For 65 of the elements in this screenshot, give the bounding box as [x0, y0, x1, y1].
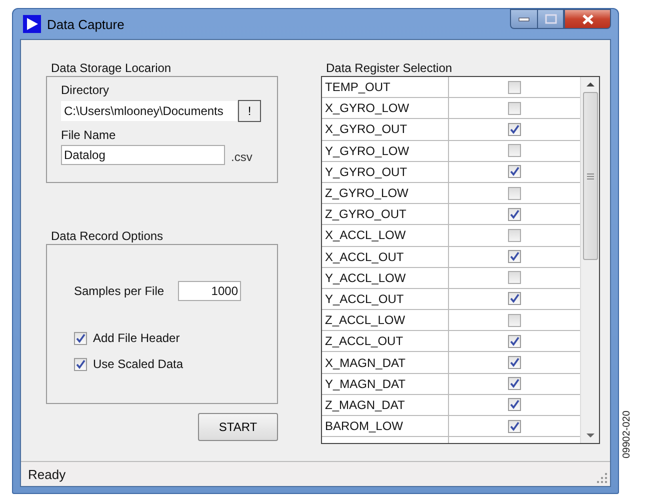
- figure-id: 09902-020: [620, 410, 633, 458]
- checkbox[interactable]: [74, 332, 87, 344]
- register-name: TEMP_OUT: [322, 77, 449, 98]
- checkbox[interactable]: [508, 102, 522, 115]
- checkbox[interactable]: [508, 398, 522, 412]
- register-name: Y_GYRO_OUT: [322, 162, 449, 182]
- register-name: BAROM_LOW: [322, 416, 449, 436]
- checkbox[interactable]: [508, 356, 522, 370]
- play-icon: [23, 15, 41, 33]
- checkbox[interactable]: [74, 358, 87, 370]
- register-name: Y_MAGN_DAT: [322, 374, 449, 394]
- register-name: X_MAGN_DAT: [322, 352, 449, 373]
- checkbox[interactable]: [508, 228, 522, 242]
- field-label: File Name: [61, 128, 117, 142]
- checkbox[interactable]: [508, 208, 522, 221]
- status-text: Ready: [28, 466, 66, 482]
- checkbox[interactable]: [508, 165, 522, 178]
- checkbox[interactable]: [508, 314, 522, 327]
- close-icon: [582, 14, 594, 24]
- group-title: Data Register Selection: [325, 60, 454, 76]
- field-label: Directory: [61, 83, 110, 97]
- maximize-button[interactable]: [537, 9, 564, 29]
- register-name: X_ACCL_LOW: [322, 225, 449, 246]
- checkbox[interactable]: [508, 186, 522, 200]
- minimize-icon: [518, 16, 530, 22]
- register-name: Z_GYRO_OUT: [322, 204, 449, 224]
- checkbox-label: Use Scaled Data: [93, 357, 184, 371]
- scroll-up-icon[interactable]: [586, 82, 595, 87]
- register-name: X_ACCL_OUT: [322, 246, 449, 267]
- scroll-down-icon[interactable]: [586, 433, 595, 438]
- checkbox[interactable]: [508, 80, 522, 94]
- checkbox[interactable]: [508, 334, 522, 348]
- samples-field[interactable]: 1000: [178, 281, 241, 301]
- register-name: Z_MAGN_DAT: [322, 394, 449, 415]
- checkbox[interactable]: [508, 122, 522, 136]
- file-name-field[interactable]: Datalog: [61, 145, 225, 165]
- field-label: Samples per File: [74, 284, 166, 298]
- checkbox[interactable]: [508, 271, 522, 284]
- window-title: Data Capture: [47, 16, 124, 32]
- checkbox[interactable]: [508, 144, 522, 158]
- register-name: Y_ACCL_OUT: [322, 288, 449, 310]
- checkbox[interactable]: [508, 250, 522, 264]
- extension-label: .csv: [231, 150, 252, 164]
- checkbox[interactable]: [508, 420, 522, 433]
- register-name: Y_GYRO_LOW: [322, 140, 449, 161]
- maximize-icon: [544, 14, 557, 24]
- register-name: Z_ACCL_LOW: [322, 310, 449, 330]
- close-button[interactable]: [564, 9, 612, 29]
- scroll-thumb[interactable]: [582, 92, 598, 260]
- register-name: Y_ACCL_LOW: [322, 268, 449, 288]
- start-button[interactable]: START: [198, 413, 278, 441]
- register-name: Z_GYRO_LOW: [322, 182, 449, 204]
- minimize-button[interactable]: [510, 9, 538, 29]
- group-title: Data Storage Locarion: [50, 60, 172, 76]
- scrollbar[interactable]: [580, 77, 599, 443]
- browse-button[interactable]: !: [238, 100, 261, 122]
- register-name: X_GYRO_OUT: [322, 119, 449, 140]
- register-name: X_GYRO_LOW: [322, 98, 449, 118]
- checkbox-label: Add File Header: [93, 331, 180, 345]
- directory-field[interactable]: C:\Users\mlooney\Documents: [61, 101, 237, 121]
- checkbox[interactable]: [508, 292, 522, 306]
- register-name: Z_ACCL_OUT: [322, 331, 449, 352]
- group-title: Data Record Options: [50, 228, 164, 244]
- resize-grip-icon[interactable]: [597, 473, 608, 483]
- checkbox[interactable]: [508, 377, 522, 390]
